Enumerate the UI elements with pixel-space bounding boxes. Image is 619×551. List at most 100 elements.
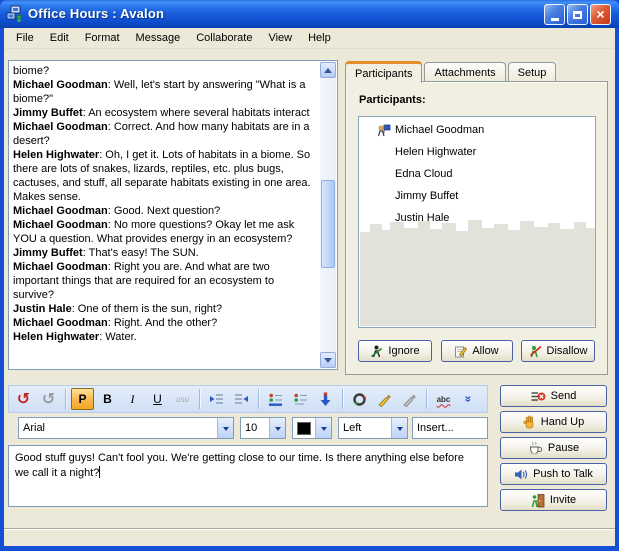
menu-view[interactable]: View — [260, 29, 300, 47]
font-color-select[interactable] — [292, 417, 332, 439]
paragraph-style-button[interactable]: P — [71, 388, 94, 410]
ignore-icon — [370, 345, 383, 358]
font-color-swatch — [297, 422, 311, 435]
disallow-icon — [529, 345, 542, 358]
yellow-pen-icon — [377, 392, 392, 407]
title-bar[interactable]: Office Hours : Avalon × — [0, 0, 619, 28]
invite-door-icon — [531, 493, 545, 508]
menu-edit[interactable]: Edit — [42, 29, 77, 47]
close-button[interactable]: × — [590, 4, 611, 25]
hand-up-button[interactable]: Hand Up — [500, 411, 607, 433]
invite-button[interactable]: Invite — [500, 489, 607, 511]
paragraph-icon: P — [78, 392, 86, 406]
font-family-select[interactable]: Arial — [18, 417, 234, 439]
spell-check-button[interactable]: abc — [432, 388, 455, 410]
participant-list[interactable]: Michael Goodman Helen Highwater Edna Cloud… — [358, 116, 596, 328]
move-down-button[interactable] — [314, 388, 337, 410]
italic-button[interactable]: I — [121, 388, 144, 410]
alignment-select[interactable]: Left — [338, 417, 408, 439]
redo-icon: ↻ — [42, 389, 55, 409]
toolbar-options-button[interactable]: » — [457, 388, 480, 410]
button-label: Allow — [472, 345, 498, 357]
participant-row[interactable]: Jimmy Buffet — [359, 187, 595, 205]
scroll-down-button[interactable] — [320, 352, 336, 368]
indent-decrease-button[interactable] — [230, 388, 253, 410]
tab-setup[interactable]: Setup — [508, 62, 557, 82]
font-style-extra-button[interactable]: usu — [171, 388, 194, 410]
chevron-down-icon[interactable] — [217, 418, 233, 438]
chevron-more-icon: » — [462, 396, 476, 403]
scroll-up-button[interactable] — [320, 62, 336, 78]
tab-participants[interactable]: Participants — [345, 61, 422, 83]
minimize-button[interactable] — [544, 4, 565, 25]
allow-button[interactable]: Allow — [441, 340, 513, 362]
menu-format[interactable]: Format — [77, 29, 128, 47]
bulleted-list-icon — [268, 392, 283, 407]
insert-field[interactable]: Insert... — [412, 417, 488, 439]
undo-button[interactable]: ↺ — [12, 388, 35, 410]
insert-label: Insert... — [417, 422, 454, 434]
chevron-down-icon[interactable] — [269, 418, 285, 438]
minimize-icon — [551, 18, 559, 21]
chat-message: Michael Goodman: Good. Next question? — [13, 204, 316, 218]
maximize-icon — [573, 11, 582, 19]
message-text: Good stuff guys! Can't fool you. We're g… — [15, 452, 464, 479]
disallow-button[interactable]: Disallow — [521, 340, 595, 362]
chat-transcript-box[interactable]: biome?Michael Goodman: Well, let's start… — [8, 60, 338, 370]
participant-name: Michael Goodman — [395, 124, 484, 136]
format-toolbar: ↺ ↻ P B I U usu — [8, 385, 488, 413]
pause-button[interactable]: Pause — [500, 437, 607, 459]
participant-row[interactable]: Helen Highwater — [359, 143, 595, 161]
chat-message: Jimmy Buffet: That's easy! The SUN. — [13, 246, 316, 260]
font-size-select[interactable]: 10 — [240, 417, 286, 439]
menu-file[interactable]: File — [8, 29, 42, 47]
render-artifact — [360, 216, 596, 326]
push-to-talk-button[interactable]: Push to Talk — [500, 463, 607, 485]
maximize-button[interactable] — [567, 4, 588, 25]
menu-message[interactable]: Message — [128, 29, 189, 47]
button-label: Hand Up — [541, 416, 584, 428]
chat-message: Michael Goodman: Right you are. And what… — [13, 260, 316, 302]
participant-row[interactable]: Edna Cloud — [359, 165, 595, 183]
tab-attachments[interactable]: Attachments — [424, 62, 505, 82]
bold-button[interactable]: B — [96, 388, 119, 410]
chevron-down-icon[interactable] — [315, 418, 331, 438]
participant-row[interactable]: Michael Goodman — [359, 121, 595, 139]
tab-strip: ParticipantsAttachmentsSetup — [345, 59, 556, 82]
send-button[interactable]: Send — [500, 385, 607, 407]
bulleted-list-button[interactable] — [264, 388, 287, 410]
numbered-list-icon — [293, 392, 308, 407]
eraser-pen-button[interactable] — [398, 388, 421, 410]
bold-icon: B — [103, 392, 112, 406]
underline-button[interactable]: U — [146, 388, 169, 410]
highlight-pen-button[interactable] — [373, 388, 396, 410]
speaker-icon — [514, 468, 528, 481]
font-family-value: Arial — [19, 422, 217, 434]
button-label: Send — [551, 390, 577, 402]
ignore-button[interactable]: Ignore — [358, 340, 432, 362]
client-area: FileEditFormatMessageCollaborateViewHelp… — [4, 28, 615, 546]
undo-icon: ↺ — [17, 389, 30, 409]
scroll-thumb[interactable] — [321, 180, 335, 268]
chat-message: Helen Highwater: Oh, I get it. Lots of h… — [13, 148, 316, 204]
status-bar-divider — [4, 528, 615, 529]
send-icon — [531, 390, 546, 403]
chat-message: Jimmy Buffet: An ecosystem where several… — [13, 106, 316, 120]
button-label: Push to Talk — [533, 468, 593, 480]
toolbar-separator — [65, 389, 66, 409]
message-input[interactable]: Good stuff guys! Can't fool you. We're g… — [8, 445, 488, 507]
toolbar-separator — [342, 389, 343, 409]
spell-check-icon: abc — [437, 395, 451, 404]
record-button[interactable] — [348, 388, 371, 410]
transcript-scrollbar[interactable] — [320, 62, 336, 368]
indent-increase-button[interactable] — [205, 388, 228, 410]
button-label: Pause — [548, 442, 579, 454]
menu-help[interactable]: Help — [300, 29, 339, 47]
allow-icon — [454, 345, 467, 358]
menu-collaborate[interactable]: Collaborate — [188, 29, 260, 47]
redo-button[interactable]: ↻ — [37, 388, 60, 410]
close-icon: × — [596, 7, 604, 21]
chevron-down-icon[interactable] — [391, 418, 407, 438]
window-title: Office Hours : Avalon — [28, 0, 164, 28]
numbered-list-button[interactable] — [289, 388, 312, 410]
